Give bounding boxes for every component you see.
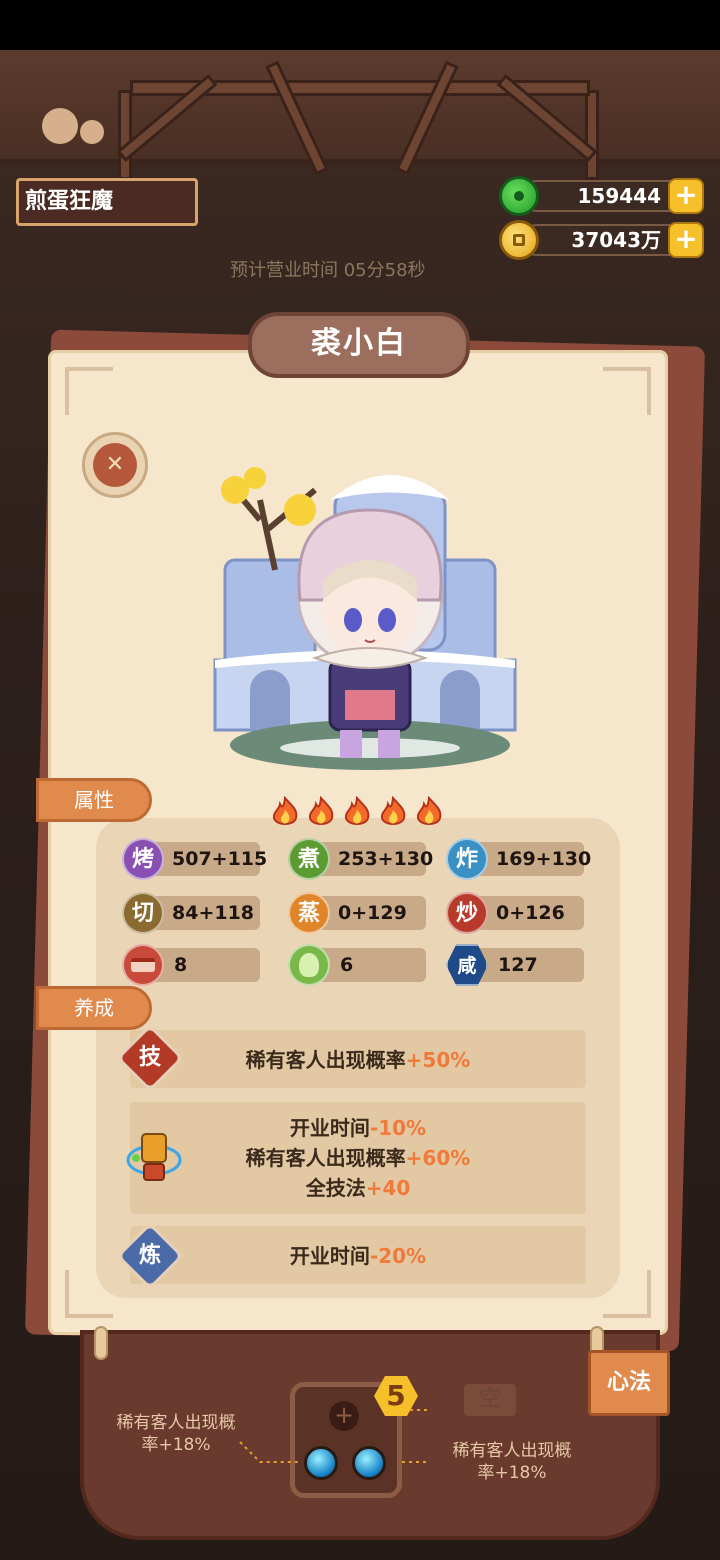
left-slot-bonus: 稀有客人出现概率+18%: [116, 1413, 236, 1455]
scroll-rod-left: [94, 1326, 108, 1360]
equipment-bonus-row: 开业时间-10% 稀有客人出现概率+60% 全技法+40: [130, 1102, 586, 1214]
fire-star-icon: [344, 796, 370, 825]
attributes-tab[interactable]: 属性: [36, 778, 152, 822]
cut-icon: 切: [122, 892, 164, 934]
jade-icon: [499, 176, 539, 216]
refine-bonus-text: 开业时间: [289, 1244, 370, 1268]
grill-icon: 烤: [122, 838, 164, 880]
boil-icon: 煮: [288, 838, 330, 880]
character-portrait: [213, 467, 517, 770]
status-bar: [0, 0, 720, 50]
business-time-text: 预计营业时间 05分58秒: [230, 260, 426, 281]
coin-icon: [499, 220, 539, 260]
technique-bonus-value: +50%: [405, 1048, 471, 1072]
roof-beams: [0, 50, 720, 180]
stat-stirfry: 0+126 炒: [446, 892, 586, 934]
meat-icon: [122, 944, 164, 986]
heart-method-button[interactable]: 心法: [588, 1350, 670, 1416]
technique-bonus-row: 稀有客人出现概率+50%: [130, 1030, 586, 1088]
refine-bonus-value: -20%: [369, 1244, 427, 1268]
character-name: 裘小白: [248, 312, 470, 378]
corner-ornament: [65, 367, 113, 415]
equip-bonus-text-3: 全技法: [305, 1176, 366, 1200]
restaurant-name-field[interactable]: 煎蛋狂魔: [16, 178, 198, 226]
steam-icon: 蒸: [288, 892, 330, 934]
stat-meat: 8: [122, 944, 262, 986]
stir-fry-icon: 炒: [446, 892, 488, 934]
fire-star-icon: [416, 796, 442, 825]
stat-grill: 507+115 烤: [122, 838, 267, 880]
stat-boil: 253+130 煮: [288, 838, 433, 880]
stat-steam: 0+129 蒸: [288, 892, 428, 934]
connector-lines: [239, 1409, 430, 1463]
stat-cut: 84+118 切: [122, 892, 262, 934]
equipment-icon[interactable]: [124, 1128, 184, 1188]
chef-skill-badge[interactable]: ✕: [82, 432, 148, 498]
equip-bonus-text-1: 开业时间: [289, 1116, 370, 1140]
equip-bonus-value-3: +40: [365, 1176, 411, 1200]
technique-bonus-text: 稀有客人出现概率: [245, 1048, 406, 1072]
cabbage-icon: [288, 944, 330, 986]
fire-star-icon: [380, 796, 406, 825]
refine-icon-label: 炼: [138, 1243, 161, 1268]
deep-fry-icon: 炸: [446, 838, 488, 880]
corner-ornament: [603, 367, 651, 415]
coin-amount: 37043万: [521, 224, 691, 256]
jade-amount: 159444: [521, 180, 691, 212]
stat-vegetable: 6: [288, 944, 428, 986]
right-slot-bonus: 稀有客人出现概率+18%: [452, 1441, 572, 1483]
equip-bonus-text-2: 稀有客人出现概率: [245, 1146, 406, 1170]
add-jade-button[interactable]: +: [668, 178, 704, 214]
stat-fry: 169+130 炸: [446, 838, 591, 880]
empty-slot[interactable]: 空: [464, 1384, 516, 1416]
refine-bonus-row: 开业时间-20%: [130, 1226, 586, 1284]
technique-icon-label: 技: [138, 1045, 161, 1070]
stat-salty: 127 咸: [446, 944, 586, 986]
chick-icon: [80, 120, 104, 144]
jade-currency: 159444 +: [499, 176, 704, 216]
add-coin-button[interactable]: +: [668, 222, 704, 258]
fire-star-icon: [308, 796, 334, 825]
growth-tab[interactable]: 养成: [36, 986, 152, 1030]
equip-bonus-value-2: +60%: [405, 1146, 471, 1170]
equip-bonus-value-1: -10%: [369, 1116, 427, 1140]
fire-star-icon: [272, 796, 298, 825]
crossed-knives-icon: ✕: [93, 443, 137, 487]
chicken-icon: [42, 108, 78, 144]
coin-currency: 37043万 +: [499, 220, 704, 260]
star-rating: [270, 796, 450, 830]
